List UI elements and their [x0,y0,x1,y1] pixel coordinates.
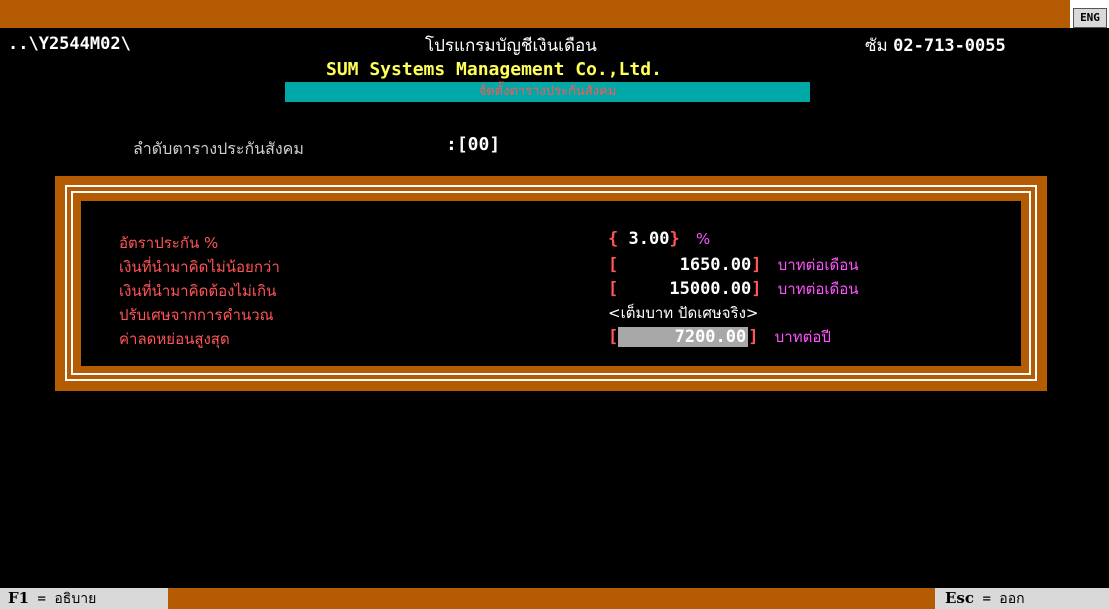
directory-path: ..\Y2544M02\ [8,34,131,54]
rounding-option-field[interactable]: <เต็มบาท ปัดเศษจริง> [608,301,758,325]
status-bar: F1 = อธิบาย Esc = ออก [0,588,1109,609]
help-key-label: = อธิบาย [37,591,97,607]
max-deduction-label: ค่าลดหย่อนสูงสุด [119,330,230,348]
insurance-rate-label: อัตราประกัน % [119,234,219,252]
insurance-rate-unit: % [695,230,711,248]
esc-key: Esc [945,589,975,607]
max-wage-open-bracket: [ [608,279,619,299]
insurance-rate-value: 3.00 [618,229,670,249]
rounding-label: ปรับเศษจากการคำนวณ [119,306,274,324]
help-key-hint[interactable]: F1 = อธิบาย [0,588,168,609]
exit-key-label: = ออก [982,591,1025,607]
language-indicator[interactable]: ENG [1073,8,1107,28]
max-wage-close-bracket: ] [751,279,762,299]
min-wage-open-bracket: [ [608,255,619,275]
max-wage-label: เงินที่นำมาคิดต้องไม่เกิน [119,282,277,300]
max-deduction-field[interactable]: [7200.00] บาทต่อปี [608,325,831,349]
main-area: ..\Y2544M02\ โปรแกรมบัญชีเงินเดือน ซัม 0… [0,28,1109,588]
min-wage-value: 1650.00 [679,255,752,275]
rounding-open-angle: < [608,304,621,322]
f1-key: F1 [8,589,30,607]
top-bar [0,0,1070,28]
max-wage-unit: บาทต่อเดือน [777,280,859,298]
max-deduction-value[interactable]: 7200.00 [618,327,749,347]
table-number-field[interactable]: :[00] [446,134,500,155]
settings-panel: อัตราประกัน % { 3.00} % เงินที่นำมาคิดไม… [81,201,1021,366]
min-wage-field[interactable]: [1650.00] บาทต่อเดือน [608,253,858,277]
rate-open-brace: { [608,229,619,249]
max-wage-field[interactable]: [15000.00] บาทต่อเดือน [608,277,858,301]
max-deduction-unit: บาทต่อปี [774,328,831,346]
rate-close-brace: } [669,229,680,249]
max-wage-value: 15000.00 [669,279,752,299]
min-wage-label: เงินที่นำมาคิดไม่น้อยกว่า [119,258,280,276]
exit-key-hint[interactable]: Esc = ออก [935,588,1109,609]
rounding-option-value: เต็มบาท ปัดเศษจริง [620,304,746,322]
company-name: SUM Systems Management Co.,Ltd. [326,59,662,80]
min-wage-close-bracket: ] [751,255,762,275]
dos-screen: ENG ..\Y2544M02\ โปรแกรมบัญชีเงินเดือน ซ… [0,0,1109,609]
insurance-rate-field[interactable]: { 3.00} % [608,229,710,249]
program-title: โปรแกรมบัญชีเงินเดือน [425,36,597,56]
deduction-close-bracket: ] [748,327,759,347]
screen-title-bar: จัดตั้งตารางประกันสังคม [285,82,810,102]
rounding-close-angle: > [745,304,759,322]
deduction-open-bracket: [ [608,327,619,347]
support-phone: ซัม 02-713-0055 [865,32,1006,59]
min-wage-unit: บาทต่อเดือน [777,256,859,274]
phone-number: 02-713-0055 [893,36,1006,56]
phone-label: ซัม [865,36,888,56]
table-number-label: ลำดับตารางประกันสังคม [133,139,304,158]
